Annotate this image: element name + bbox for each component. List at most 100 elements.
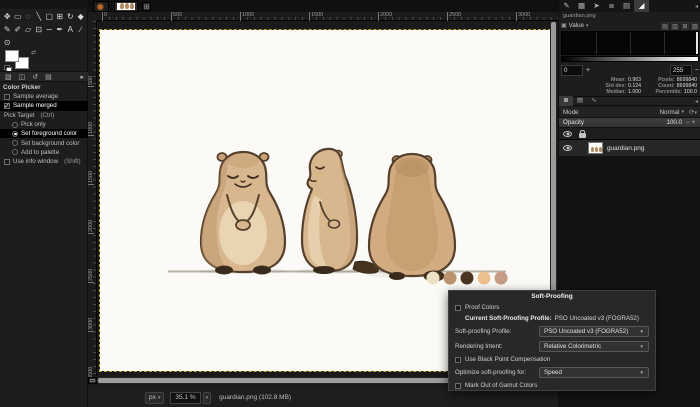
fonts-tab[interactable]: ➤ <box>589 0 604 12</box>
rotate-tool[interactable]: ↻ <box>65 10 76 23</box>
option-label: Use info window <box>13 158 58 165</box>
ruler-label: 2000 <box>88 220 94 234</box>
patterns-tab[interactable]: ▦ <box>574 0 589 12</box>
tool-option-sample-average[interactable]: Sample average <box>0 92 88 101</box>
channel-icon: ▣ <box>561 22 567 29</box>
profile-dropdown[interactable]: PSO Uncoated v3 (FOGRA52) <box>539 326 649 337</box>
prairie-dog-front <box>201 152 285 275</box>
optimize-dropdown[interactable]: Speed <box>539 367 649 378</box>
smudge-tool[interactable]: ∽ <box>44 23 55 36</box>
lock-icon[interactable] <box>579 133 586 138</box>
vertical-ruler[interactable]: 500100015002000250030003500 <box>88 21 97 376</box>
zoom-input[interactable]: 35.1 % <box>170 392 200 404</box>
mode-label: Mode <box>563 109 578 116</box>
ruler-label: 2500 <box>88 269 94 283</box>
ruler-label: 2500 <box>447 12 461 21</box>
tool-option-add-to-palette[interactable]: Add to palette <box>0 148 88 157</box>
paintbrush-tool[interactable]: ✐ <box>13 23 24 36</box>
ruler-label: 1000 <box>88 122 94 136</box>
images-tab[interactable]: ▤ <box>45 73 52 81</box>
layers-tab[interactable]: ≣ <box>559 96 573 106</box>
histogram-high-input[interactable]: 255 <box>670 65 692 76</box>
measure-tool[interactable]: ╲ <box>34 10 45 23</box>
image-tab-other[interactable] <box>93 1 109 12</box>
visibility-eye-icon[interactable] <box>563 131 572 137</box>
histogram-expand-icon[interactable]: ⊞ <box>681 22 689 30</box>
option-label: Pick only <box>21 121 46 128</box>
foreground-color-swatch[interactable] <box>5 50 19 62</box>
ruler-label: 1500 <box>309 12 323 21</box>
text-tool[interactable]: A <box>65 23 76 36</box>
gimp-window: ✥▭◌╲▢⊞↻◆✎✐▱⊡∽✒A∕⊙ ⇄ ▧◫↺▤▸ Color Picker S… <box>0 0 700 407</box>
tool-option-sample-merged[interactable]: Sample merged <box>0 101 88 110</box>
layer-opacity-slider[interactable]: Opacity 100.0 −+ <box>559 118 700 128</box>
transform-tool[interactable]: ⊞ <box>55 10 66 23</box>
dock-menu-icon[interactable]: ◂ <box>695 3 698 10</box>
buffers-tab[interactable]: ▤ <box>619 0 634 12</box>
layer-visibility-eye-icon[interactable] <box>563 145 572 151</box>
proof-colors-checkbox[interactable] <box>455 305 461 311</box>
histogram-low-input[interactable]: 0 <box>561 65 583 76</box>
image-tab-guardian[interactable] <box>114 1 138 12</box>
rendering-intent-dropdown[interactable]: Relative Colorimetric <box>539 341 649 352</box>
fg-bg-color-widget[interactable]: ⇄ <box>4 50 40 72</box>
zoom-dropdown[interactable] <box>203 392 212 404</box>
tab-list-icon[interactable]: ⊞ <box>142 2 151 11</box>
channel-select[interactable]: Value <box>569 22 584 29</box>
tool-option-pick-only[interactable]: Pick only <box>0 120 88 129</box>
black-point-checkbox[interactable] <box>455 357 461 363</box>
checkbox-icon <box>4 94 10 100</box>
tool-option-set-foreground-color[interactable]: Set foreground color <box>0 129 88 138</box>
pencil-tool[interactable]: ✎ <box>2 23 13 36</box>
option-modifier: (Shift) <box>64 158 81 165</box>
horizontal-ruler[interactable]: 050010001500200025003000 <box>97 12 558 21</box>
clone-tool[interactable]: ⊡ <box>34 23 45 36</box>
swap-colors-icon[interactable]: ⇄ <box>31 49 36 56</box>
color-picker-tool[interactable]: ∕ <box>76 23 87 36</box>
plus-icon[interactable]: + <box>586 67 590 74</box>
rectangle-select-tool[interactable]: ▭ <box>13 10 24 23</box>
device-status-tab[interactable]: ◫ <box>19 73 26 81</box>
opacity-spin-buttons[interactable]: −+ <box>686 120 697 126</box>
histogram-display[interactable] <box>561 31 699 55</box>
tool-option-use-info-window[interactable]: Use info window (Shift) <box>0 157 88 166</box>
opacity-value: 100.0 <box>667 119 682 126</box>
histogram-tab[interactable]: ◢ <box>634 0 649 12</box>
option-modifier: (Ctrl) <box>41 112 55 119</box>
tool-option-pick-target: Pick Target(Ctrl) <box>0 111 88 120</box>
move-tool[interactable]: ✥ <box>2 10 13 23</box>
histogram-log-icon[interactable]: ▥ <box>671 22 679 30</box>
bucket-fill-tool[interactable]: ◆ <box>76 10 87 23</box>
minus-icon[interactable]: − <box>695 67 699 74</box>
free-select-tool[interactable]: ◌ <box>23 10 34 23</box>
layer-row-guardian[interactable]: guardian.png <box>559 140 700 156</box>
undo-history-tab[interactable]: ↺ <box>32 73 38 81</box>
mode-dropdown[interactable]: Normal <box>660 109 684 116</box>
ink-tool[interactable]: ✒ <box>55 23 66 36</box>
histogram-menu-icon[interactable]: ▨ <box>691 22 699 30</box>
right-dock-tab-bar: ✎▦➤≣▤◢ ◂ <box>559 0 700 12</box>
eraser-tool[interactable]: ▱ <box>23 23 34 36</box>
document-history-tab[interactable]: ≣ <box>604 0 619 12</box>
blend-space-switch-icon[interactable]: ⟳ <box>689 108 697 116</box>
layers-dock-menu-icon[interactable]: ◂ <box>695 98 698 105</box>
brushes-tab[interactable]: ✎ <box>559 0 574 12</box>
channels-tab[interactable]: ▤ <box>573 96 587 106</box>
ruler-label: 3000 <box>516 12 530 21</box>
unit-dropdown[interactable]: px <box>145 392 164 404</box>
zoom-tool[interactable]: ⊙ <box>2 36 13 49</box>
gamut-checkbox[interactable] <box>455 383 461 389</box>
histogram-stat: Percentile:100.0 <box>649 89 697 95</box>
toolbox-panel: ✥▭◌╲▢⊞↻◆✎✐▱⊡∽✒A∕⊙ ⇄ ▧◫↺▤▸ Color Picker S… <box>0 0 88 407</box>
toolbox-dock-menu-icon[interactable]: ▸ <box>80 73 84 81</box>
toolbox-dock-tabs: ▧ ◫ ↺ ▤ ▸ <box>0 71 88 82</box>
quick-mask-toggle[interactable] <box>88 377 97 384</box>
histogram-range-row: 0 + 255 − <box>561 65 699 75</box>
histogram-linear-icon[interactable]: ▤ <box>661 22 669 30</box>
histogram-options: ▤▥⊞▨ <box>661 22 699 30</box>
paths-tab[interactable]: ∿ <box>587 96 601 106</box>
status-filename: guardian.png (102.8 MB) <box>219 394 291 401</box>
tool-options-tab[interactable]: ▧ <box>5 73 12 81</box>
tool-option-set-background-color[interactable]: Set background color <box>0 138 88 147</box>
crop-tool[interactable]: ▢ <box>44 10 55 23</box>
